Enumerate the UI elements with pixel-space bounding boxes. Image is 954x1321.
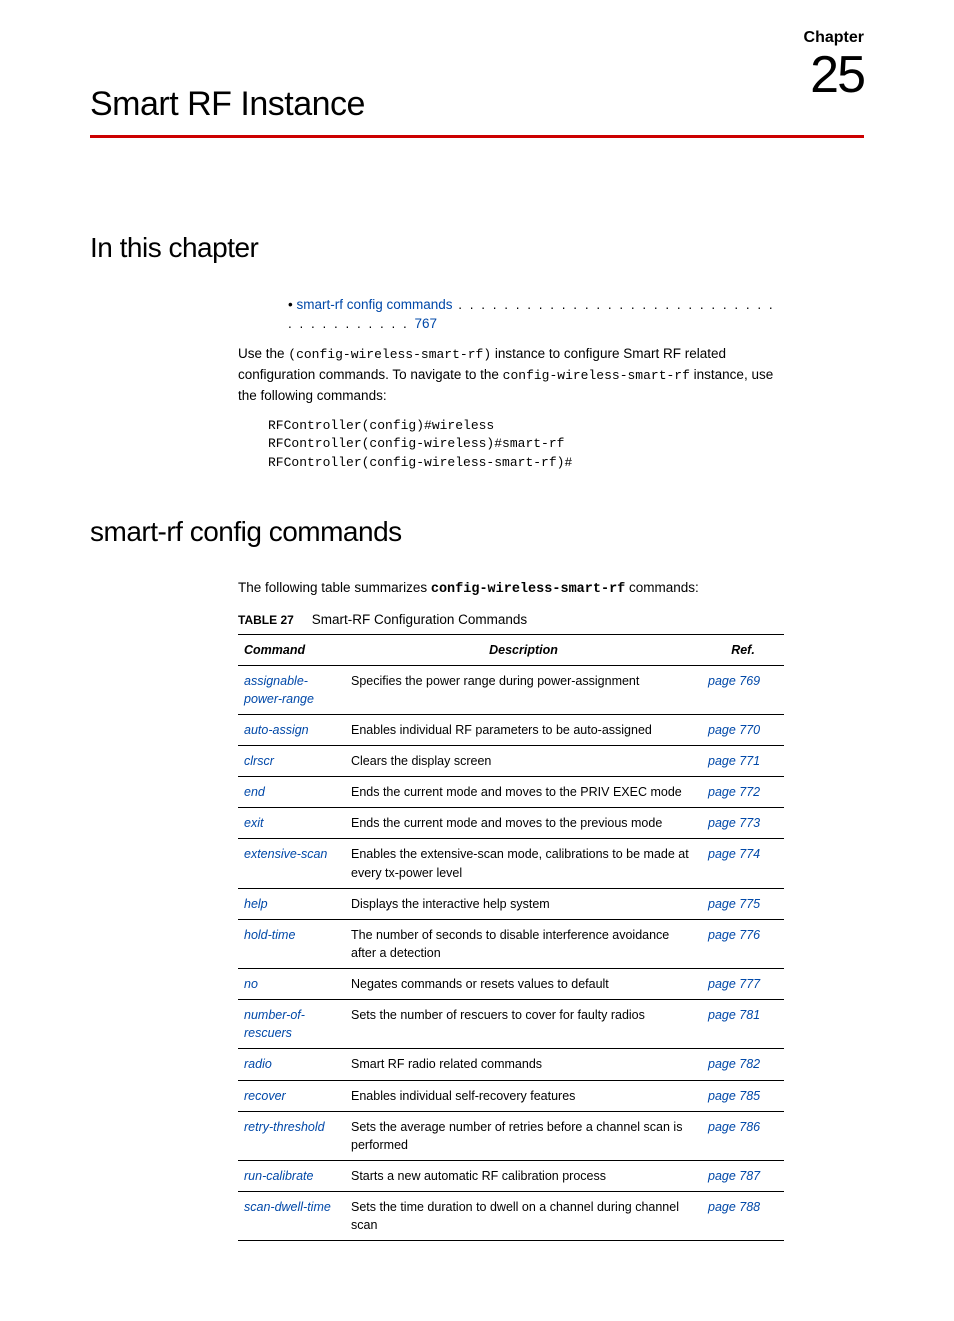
toc-page-number[interactable]: 767 (415, 316, 438, 331)
section2-content: The following table summarizes config-wi… (238, 578, 784, 1241)
table-row: run-calibrate Starts a new automatic RF c… (238, 1160, 784, 1191)
page-ref-link[interactable]: page 781 (708, 1008, 760, 1022)
page-ref-link[interactable]: page 772 (708, 785, 760, 799)
command-description: Smart RF radio related commands (345, 1049, 702, 1080)
command-link[interactable]: clrscr (244, 754, 274, 768)
page-ref-link[interactable]: page 770 (708, 723, 760, 737)
section-in-this-chapter-heading: In this chapter (90, 228, 864, 269)
table-row: retry-threshold Sets the average number o… (238, 1111, 784, 1160)
command-link[interactable]: hold-time (244, 928, 295, 942)
section1-content: • smart-rf config commands . . . . . . .… (238, 295, 784, 472)
section-smart-rf-heading: smart-rf config commands (90, 512, 864, 553)
table-intro-pre: The following table summarizes (238, 580, 431, 595)
table-intro: The following table summarizes config-wi… (238, 578, 784, 600)
table-row: assignable-power-range Specifies the powe… (238, 665, 784, 714)
page-ref-link[interactable]: page 785 (708, 1089, 760, 1103)
page-ref-link[interactable]: page 771 (708, 754, 760, 768)
table-caption: TABLE 27 Smart-RF Configuration Commands (238, 610, 784, 630)
command-description: Clears the display screen (345, 746, 702, 777)
table-row: radio Smart RF radio related commands page… (238, 1049, 784, 1080)
command-link[interactable]: retry-threshold (244, 1120, 325, 1134)
page-ref-link[interactable]: page 787 (708, 1169, 760, 1183)
command-link[interactable]: recover (244, 1089, 286, 1103)
table-row: scan-dwell-time Sets the time duration to… (238, 1192, 784, 1241)
table-row: recover Enables individual self-recovery … (238, 1080, 784, 1111)
table-intro-post: commands: (625, 580, 699, 595)
chapter-label: Chapter 25 (804, 26, 864, 101)
intro-text-1: Use the (238, 346, 288, 361)
table-row: no Negates commands or resets values to d… (238, 969, 784, 1000)
page-ref-link[interactable]: page 788 (708, 1200, 760, 1214)
intro-paragraph: Use the (config-wireless-smart-rf) insta… (238, 344, 784, 405)
page-ref-link[interactable]: page 773 (708, 816, 760, 830)
table-caption-text: Smart-RF Configuration Commands (312, 612, 527, 627)
command-description: Sets the time duration to dwell on a cha… (345, 1192, 702, 1241)
toc-bullet: • (288, 297, 293, 312)
table-row: hold-time The number of seconds to disabl… (238, 919, 784, 968)
table-row: end Ends the current mode and moves to th… (238, 777, 784, 808)
commands-table: Command Description Ref. assignable-powe… (238, 634, 784, 1242)
command-link[interactable]: no (244, 977, 258, 991)
page-ref-link[interactable]: page 777 (708, 977, 760, 991)
page-ref-link[interactable]: page 776 (708, 928, 760, 942)
command-link[interactable]: scan-dwell-time (244, 1200, 331, 1214)
table-row: exit Ends the current mode and moves to t… (238, 808, 784, 839)
page-ref-link[interactable]: page 782 (708, 1057, 760, 1071)
chapter-number: 25 (804, 49, 864, 101)
page-ref-link[interactable]: page 786 (708, 1120, 760, 1134)
table-row: number-of-rescuers Sets the number of res… (238, 1000, 784, 1049)
command-description: Enables the extensive-scan mode, calibra… (345, 839, 702, 888)
page-ref-link[interactable]: page 775 (708, 897, 760, 911)
table-row: extensive-scan Enables the extensive-scan… (238, 839, 784, 888)
toc-entry: • smart-rf config commands . . . . . . .… (288, 295, 784, 334)
page-ref-link[interactable]: page 769 (708, 674, 760, 688)
command-description: Enables individual RF parameters to be a… (345, 714, 702, 745)
toc-link-smart-rf[interactable]: smart-rf config commands (297, 297, 453, 312)
command-description: Enables individual self-recovery feature… (345, 1080, 702, 1111)
intro-code-2: config-wireless-smart-rf (503, 368, 690, 383)
command-description: Ends the current mode and moves to the P… (345, 777, 702, 808)
command-link[interactable]: radio (244, 1057, 272, 1071)
command-description: Ends the current mode and moves to the p… (345, 808, 702, 839)
page-ref-link[interactable]: page 774 (708, 847, 760, 861)
table-row: clrscr Clears the display screen page 771 (238, 746, 784, 777)
table-number: TABLE 27 (238, 613, 294, 627)
command-description: The number of seconds to disable interfe… (345, 919, 702, 968)
command-link[interactable]: number-of-rescuers (244, 1008, 305, 1040)
th-command: Command (238, 634, 345, 665)
command-description: Negates commands or resets values to def… (345, 969, 702, 1000)
command-description: Specifies the power range during power-a… (345, 665, 702, 714)
command-link[interactable]: help (244, 897, 268, 911)
command-description: Displays the interactive help system (345, 888, 702, 919)
command-description: Sets the average number of retries befor… (345, 1111, 702, 1160)
chapter-title: Smart RF Instance (90, 85, 365, 123)
th-description: Description (345, 634, 702, 665)
command-link[interactable]: extensive-scan (244, 847, 327, 861)
table-intro-code: config-wireless-smart-rf (431, 582, 625, 597)
th-ref: Ref. (702, 634, 784, 665)
table-row: help Displays the interactive help system… (238, 888, 784, 919)
table-row: auto-assign Enables individual RF paramet… (238, 714, 784, 745)
command-link[interactable]: assignable-power-range (244, 674, 314, 706)
command-link[interactable]: auto-assign (244, 723, 309, 737)
intro-code-1: (config-wireless-smart-rf) (288, 347, 491, 362)
command-description: Sets the number of rescuers to cover for… (345, 1000, 702, 1049)
command-link[interactable]: exit (244, 816, 263, 830)
command-description: Starts a new automatic RF calibration pr… (345, 1160, 702, 1191)
code-block: RFController(config)#wireless RFControll… (268, 417, 784, 472)
command-link[interactable]: run-calibrate (244, 1169, 313, 1183)
chapter-header: Chapter 25 Smart RF Instance (90, 80, 864, 138)
command-link[interactable]: end (244, 785, 265, 799)
